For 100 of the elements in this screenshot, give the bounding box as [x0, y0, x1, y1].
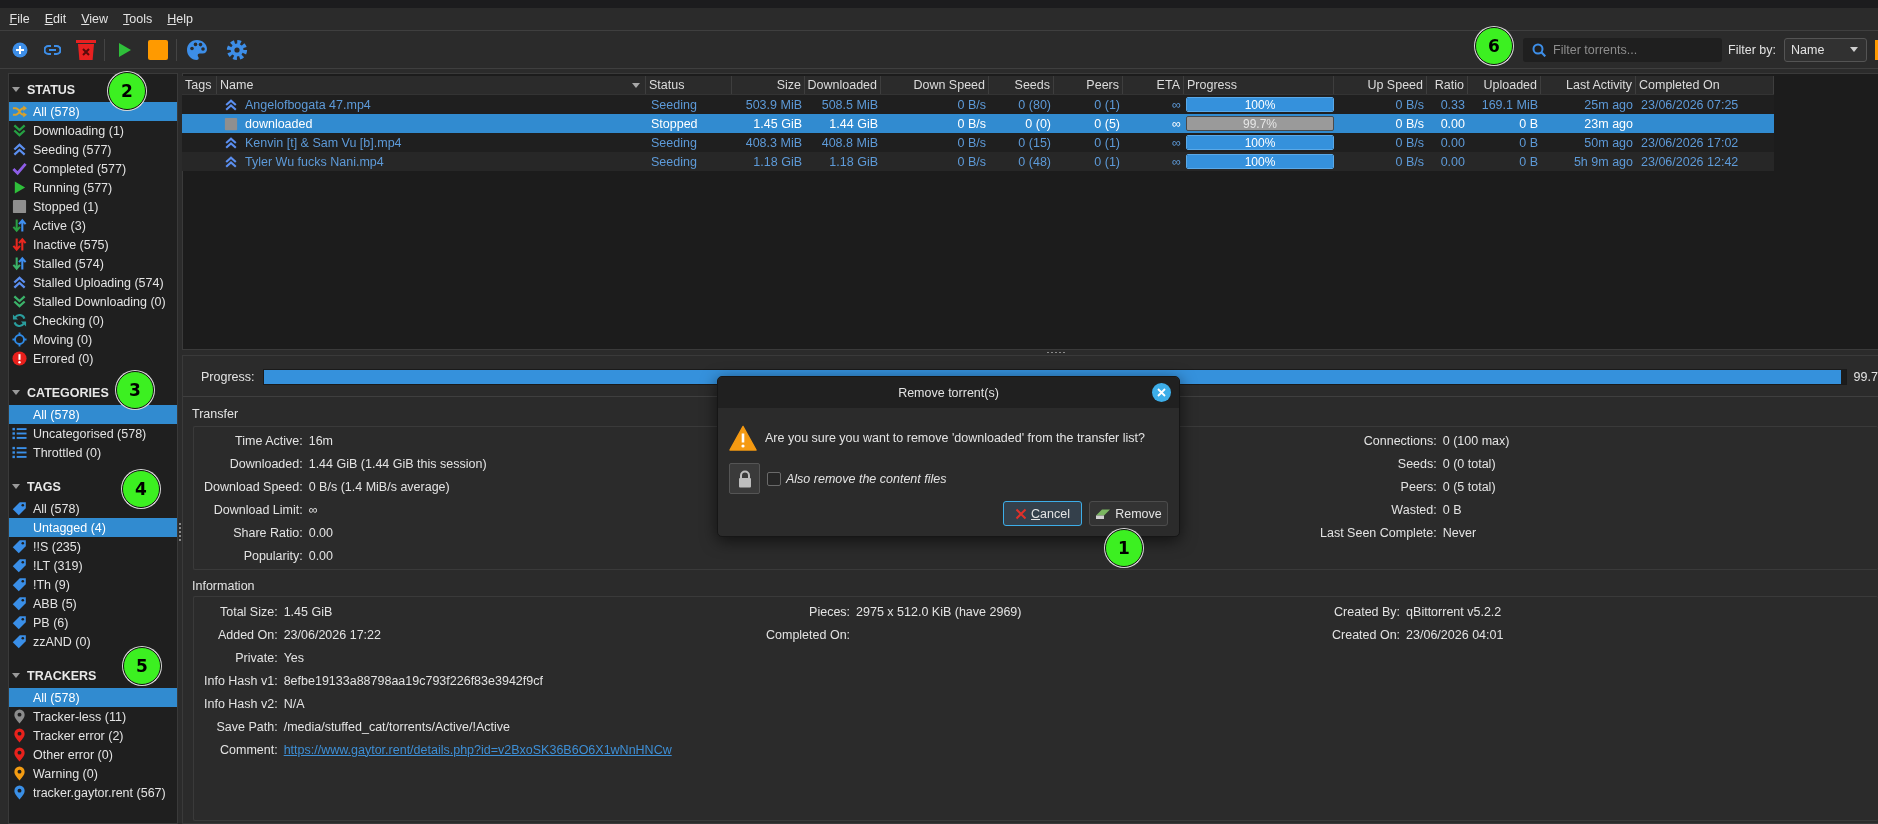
sidebar-item[interactable]: Stalled Downloading (0) — [9, 292, 177, 311]
column-header[interactable]: Downloaded — [805, 76, 881, 94]
callout-marker: 2 — [108, 72, 146, 110]
column-header[interactable]: Last Activity — [1541, 76, 1636, 94]
trash-icon[interactable] — [74, 38, 97, 61]
lock-button[interactable] — [729, 463, 760, 494]
sidebar-item[interactable]: Downloading (1) — [9, 121, 177, 140]
table-row[interactable]: Tyler Wu fucks Nani.mp4 Seeding 1.18 GiB 1.18 GiB 0 B/s 0 (48) 0 (1) ∞ 100% 0 B/s 0.00 0 B 5h 9m ago 23/06/2026 12:42 — [182, 152, 1774, 171]
column-header[interactable]: Tags — [182, 76, 217, 94]
sidebar-item[interactable]: PB (6) — [9, 613, 177, 632]
filter-by-label: Filter by: — [1728, 42, 1776, 57]
sidebar-item[interactable]: All (578) — [9, 688, 177, 707]
sidebar-item[interactable]: Completed (577) — [9, 159, 177, 178]
field-value: 0 B — [1442, 502, 1462, 517]
sidebar-item[interactable]: Tracker-less (11) — [9, 707, 177, 726]
play-icon[interactable] — [117, 41, 132, 58]
field-value: 0 (0 total) — [1442, 456, 1496, 471]
refresh-icon — [12, 313, 27, 328]
sidebar-item[interactable]: Uncategorised (578) — [9, 424, 177, 443]
menu-item[interactable]: Edit — [37, 8, 74, 30]
column-header[interactable]: Status — [646, 76, 732, 94]
section-header[interactable]: CATEGORIES — [9, 380, 112, 405]
sidebar-item[interactable]: tracker.gaytor.rent (567) — [9, 783, 177, 802]
search-input[interactable]: Filter torrents... — [1546, 39, 1723, 60]
splitter-handle[interactable] — [179, 523, 181, 541]
comment-link[interactable]: https://www.gaytor.rent/details.php?id=v2BxoSK36B6O6X1wNnHNCw — [283, 742, 672, 757]
checkmark-icon — [12, 161, 27, 176]
column-header[interactable]: ETA — [1123, 76, 1184, 94]
progress-label: 100% — [1243, 98, 1277, 111]
table-cell-text: 408.3 MiB — [744, 134, 803, 152]
checkbox[interactable] — [767, 471, 781, 486]
sidebar-item[interactable]: All (578) — [9, 102, 177, 121]
sidebar-item[interactable]: Other error (0) — [9, 745, 177, 764]
shuffle-icon — [12, 104, 27, 119]
column-header[interactable]: Uploaded — [1468, 76, 1541, 94]
tag-icon — [12, 615, 27, 630]
column-header[interactable]: Completed On — [1636, 76, 1774, 94]
remove-button[interactable]: Remove — [1089, 501, 1168, 526]
sidebar-item[interactable]: All (578) — [9, 405, 177, 424]
field-label: Completed On: — [766, 627, 851, 642]
section-header[interactable]: STATUS — [9, 77, 79, 102]
down-chevrons-icon — [12, 123, 27, 138]
sidebar-item[interactable]: Errored (0) — [9, 349, 177, 368]
field-value: /media/stuffed_cat/torrents/Active/!Active — [283, 719, 510, 734]
sidebar-item[interactable]: Stopped (1) — [9, 197, 177, 216]
menu-item[interactable]: Help — [159, 8, 201, 30]
search-field[interactable]: Filter torrents... — [1523, 37, 1723, 62]
partial-icon[interactable] — [1875, 39, 1878, 60]
add-icon[interactable] — [11, 41, 28, 58]
column-header[interactable]: Peers — [1054, 76, 1123, 94]
sidebar-item[interactable]: Moving (0) — [9, 330, 177, 349]
table-row[interactable]: downloaded Stopped 1.45 GiB 1.44 GiB 0 B/s 0 (0) 0 (5) ∞ 99.7% 0 B/s 0.00 0 B 23m ago — [182, 114, 1774, 133]
column-header[interactable]: Size — [732, 76, 805, 94]
settings-icon[interactable] — [225, 38, 248, 61]
link-icon[interactable] — [44, 43, 61, 56]
splitter-handle[interactable] — [1047, 352, 1065, 353]
field-label: Time Active: — [235, 433, 303, 448]
table-cell-text: 25m ago — [1583, 96, 1634, 114]
filter-dropdown[interactable]: Name — [1784, 37, 1867, 62]
sidebar-item[interactable]: Running (577) — [9, 178, 177, 197]
column-header[interactable]: Ratio — [1427, 76, 1468, 94]
sidebar-item[interactable]: !!S (235) — [9, 537, 177, 556]
sidebar-item[interactable]: Throttled (0) — [9, 443, 177, 462]
palette-icon[interactable] — [185, 38, 208, 61]
close-button[interactable] — [1152, 383, 1171, 402]
sidebar-item[interactable]: Tracker error (2) — [9, 726, 177, 745]
menu-item[interactable]: View — [73, 8, 116, 30]
progress-label: 99.7% — [1242, 117, 1278, 130]
column-header[interactable]: Progress — [1184, 76, 1334, 94]
menu-item[interactable]: Tools — [115, 8, 160, 30]
field-value: 0 (100 max) — [1442, 433, 1510, 448]
column-header[interactable]: Name — [217, 76, 646, 94]
field-label: Info Hash v1: — [204, 673, 278, 688]
field-label: Peers: — [1400, 479, 1437, 494]
sidebar-item[interactable]: ABB (5) — [9, 594, 177, 613]
progress-label: 100% — [1243, 136, 1277, 149]
up-down-arrows-icon — [12, 256, 27, 271]
column-header[interactable]: Seeds — [989, 76, 1054, 94]
sidebar-item[interactable]: Checking (0) — [9, 311, 177, 330]
menu-item[interactable]: File — [2, 8, 38, 30]
sidebar-item[interactable]: Seeding (577) — [9, 140, 177, 159]
section-header[interactable]: TAGS — [9, 474, 64, 499]
sidebar-item[interactable]: Untagged (4) — [9, 518, 177, 537]
sidebar-item[interactable]: !Th (9) — [9, 575, 177, 594]
sidebar-item[interactable]: Warning (0) — [9, 764, 177, 783]
sidebar-item[interactable]: Stalled (574) — [9, 254, 177, 273]
cancel-button[interactable]: Cancel — [1003, 501, 1082, 526]
field-label: Download Speed: — [204, 479, 303, 494]
sidebar-item[interactable]: Stalled Uploading (574) — [9, 273, 177, 292]
column-header[interactable]: Down Speed — [881, 76, 989, 94]
field-label: Wasted: — [1391, 502, 1437, 517]
table-cell-text: 23/06/2026 07:25 — [1640, 96, 1740, 114]
section-header[interactable]: TRACKERS — [9, 663, 100, 688]
sidebar-item[interactable]: !LT (319) — [9, 556, 177, 575]
down-chevrons-icon — [12, 294, 27, 309]
field-value: 1.44 GiB (1.44 GiB this session) — [308, 456, 487, 471]
sidebar-item[interactable]: Inactive (575) — [9, 235, 177, 254]
stop-icon[interactable] — [147, 39, 168, 60]
column-header[interactable]: Up Speed — [1334, 76, 1427, 94]
sidebar-item[interactable]: Active (3) — [9, 216, 177, 235]
